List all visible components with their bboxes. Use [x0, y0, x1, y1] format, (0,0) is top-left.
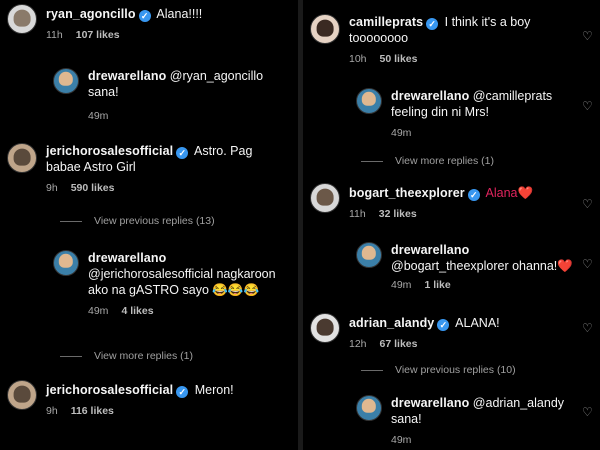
comment-time: 9h: [46, 405, 58, 417]
avatar[interactable]: [53, 250, 79, 276]
avatar[interactable]: [356, 242, 382, 268]
comment-likes[interactable]: 67 likes: [380, 338, 418, 350]
heart-outline-icon[interactable]: ♡: [582, 198, 594, 210]
avatar[interactable]: [310, 313, 340, 343]
verified-badge-icon: ✓: [467, 189, 480, 201]
comment-username[interactable]: drewarellano: [391, 243, 469, 257]
comment-username[interactable]: bogart_theexplorer: [349, 186, 465, 200]
comment-text: @jerichorosalesofficial nagkaroon ako na…: [88, 267, 276, 297]
comment-time: 10h: [349, 53, 367, 65]
view-more-replies-link[interactable]: View more replies (1): [361, 155, 494, 167]
heart-outline-icon[interactable]: ♡: [582, 100, 594, 112]
comment-camille: camilleprats ✓ I think it's a boy toooooo…: [310, 14, 575, 67]
comment-text: Alana!!!!: [156, 7, 203, 21]
comment-text: @bogart_theexplorer ohanna!❤️: [391, 259, 573, 273]
avatar[interactable]: [356, 88, 382, 114]
reply-drew-jericho: drewarellano @jerichorosalesofficial nag…: [53, 250, 293, 319]
left-comments-panel: ryan_agoncillo ✓ Alana!!!! 11h 107 likes d…: [0, 0, 298, 450]
right-comments-panel: camilleprats ✓ I think it's a boy toooooo…: [303, 0, 600, 450]
comment-username[interactable]: camilleprats: [349, 15, 423, 29]
heart-outline-icon[interactable]: ♡: [582, 258, 594, 270]
reply-drew-ryan: drewarellano @ryan_agoncillo sana! 49m: [53, 68, 293, 124]
comment-time: 9h: [46, 182, 58, 194]
comment-jericho-1: jerichorosalesofficial ✓ Astro. Pag babae…: [7, 143, 292, 196]
avatar[interactable]: [310, 14, 340, 44]
comment-likes[interactable]: 116 likes: [71, 405, 114, 417]
heart-outline-icon[interactable]: ♡: [582, 322, 594, 334]
avatar[interactable]: [53, 68, 79, 94]
avatar[interactable]: [7, 380, 37, 410]
comment-text: Meron!: [194, 383, 234, 397]
comment-time: 12h: [349, 338, 367, 350]
comment-username[interactable]: drewarellano: [88, 69, 166, 83]
avatar[interactable]: [7, 143, 37, 173]
view-more-replies-link[interactable]: View more replies (1): [60, 350, 193, 362]
comment-ryan: ryan_agoncillo ✓ Alana!!!! 11h 107 likes: [7, 4, 292, 43]
comment-username[interactable]: drewarellano: [391, 396, 469, 410]
reply-drew-bogart: drewarellano @bogart_theexplorer ohanna!…: [356, 242, 581, 293]
comment-time: 49m: [391, 434, 412, 446]
verified-badge-icon: ✓: [138, 10, 151, 22]
view-previous-replies-link[interactable]: View previous replies (13): [60, 215, 215, 227]
comment-time: 11h: [46, 29, 63, 41]
comment-username[interactable]: drewarellano: [391, 89, 469, 103]
comment-time: 49m: [88, 305, 109, 317]
verified-badge-icon: ✓: [426, 18, 439, 30]
comment-likes[interactable]: 107 likes: [76, 29, 120, 41]
comment-time: 49m: [391, 127, 412, 139]
verified-badge-icon: ✓: [437, 319, 450, 331]
avatar[interactable]: [310, 183, 340, 213]
comment-likes[interactable]: 4 likes: [121, 305, 153, 317]
comment-username[interactable]: jerichorosalesofficial: [46, 383, 173, 397]
comment-username[interactable]: adrian_alandy: [349, 316, 434, 330]
comment-likes[interactable]: 1 like: [424, 279, 450, 291]
reply-drew-adrian: drewarellano @adrian_alandy sana! 49m: [356, 395, 581, 448]
comment-adrian: adrian_alandy ✓ ALANA! 12h 67 likes: [310, 313, 575, 352]
avatar[interactable]: [356, 395, 382, 421]
verified-badge-icon: ✓: [176, 147, 189, 159]
comment-time: 49m: [88, 110, 109, 122]
comment-time: 49m: [391, 279, 412, 291]
comment-username[interactable]: jerichorosalesofficial: [46, 144, 173, 158]
reply-drew-camille: drewarellano @camilleprats feeling din n…: [356, 88, 581, 141]
comment-username[interactable]: ryan_agoncillo: [46, 7, 136, 21]
verified-badge-icon: ✓: [176, 386, 189, 398]
avatar[interactable]: [7, 4, 37, 34]
comment-text: ALANA!: [455, 316, 500, 330]
comment-likes[interactable]: 32 likes: [379, 208, 417, 220]
comment-username[interactable]: drewarellano: [88, 251, 166, 265]
comment-bogart: bogart_theexplorer ✓ Alana❤️ 11h 32 likes: [310, 183, 575, 222]
comment-likes[interactable]: 50 likes: [380, 53, 418, 65]
view-previous-replies-link[interactable]: View previous replies (10): [361, 364, 516, 376]
heart-outline-icon[interactable]: ♡: [582, 30, 594, 42]
comment-text: Alana❤️: [485, 186, 534, 200]
comment-time: 11h: [349, 208, 366, 220]
comment-likes[interactable]: 590 likes: [71, 182, 115, 194]
heart-outline-icon[interactable]: ♡: [582, 406, 594, 418]
comment-jericho-2: jerichorosalesofficial ✓ Meron! 9h 116 lik…: [7, 380, 292, 419]
